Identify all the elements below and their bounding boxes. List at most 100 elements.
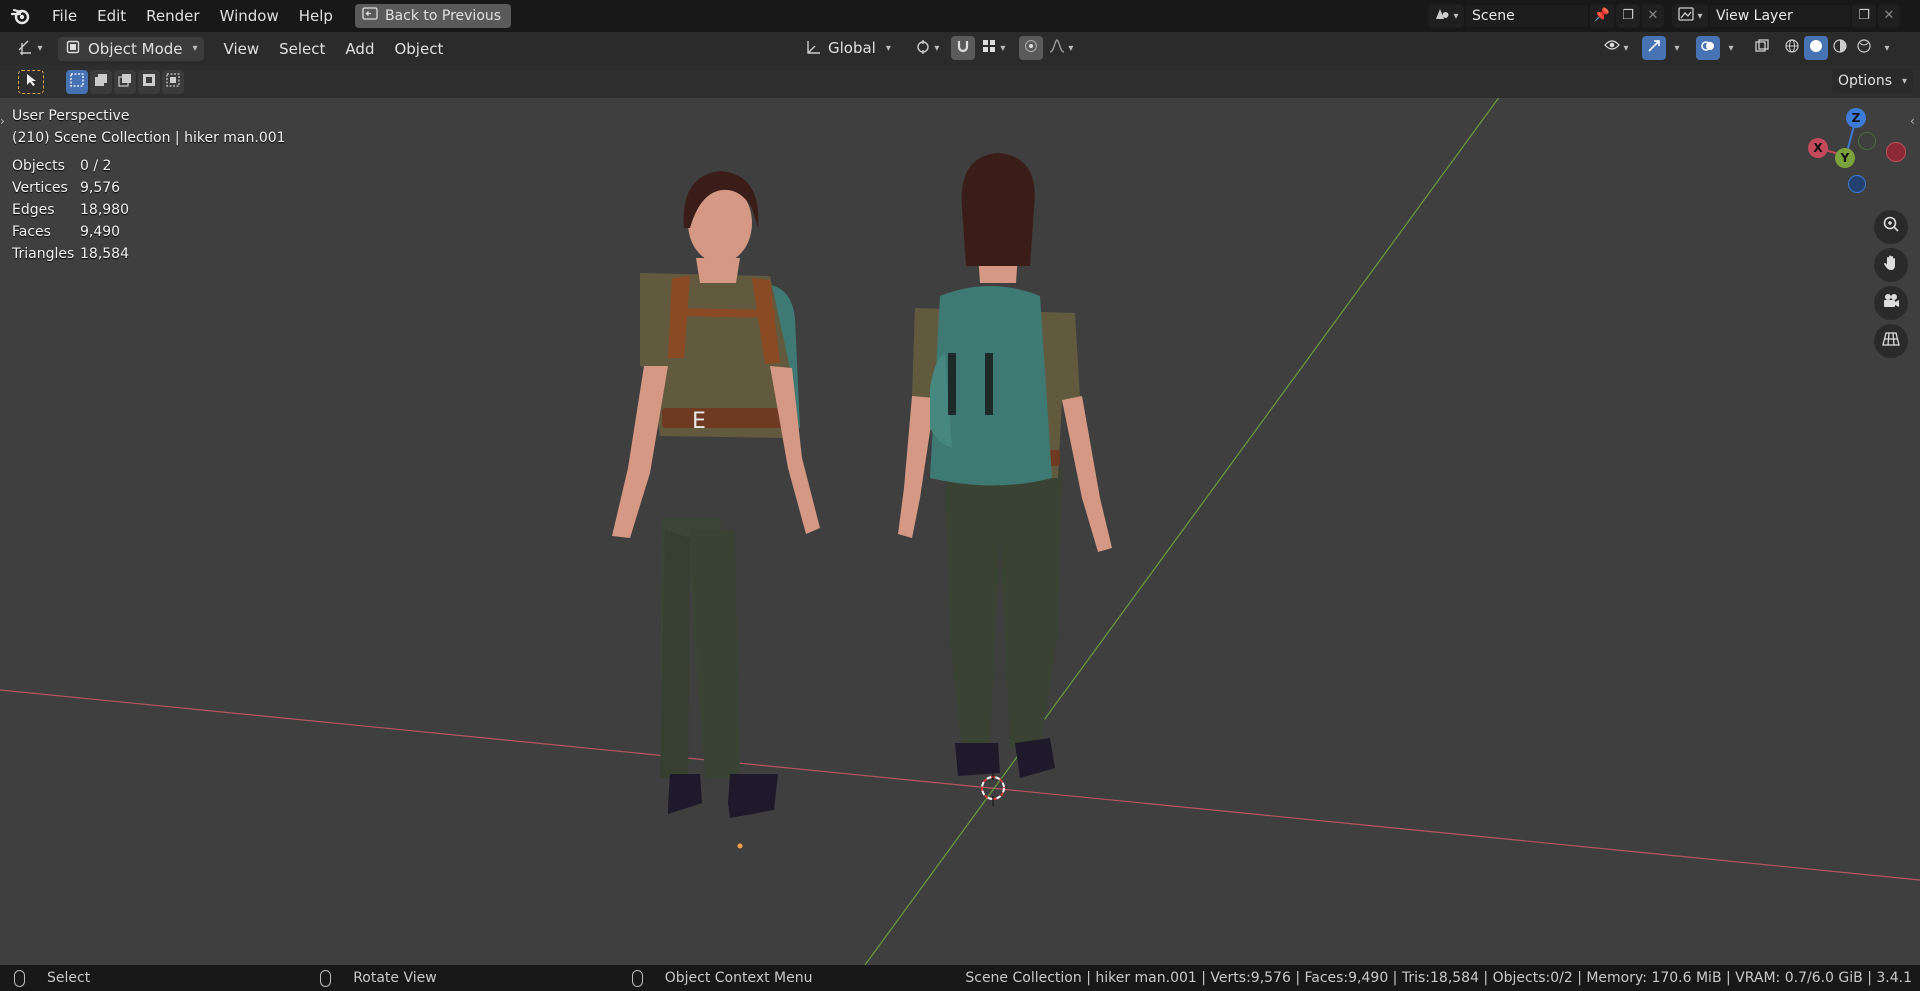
overlays-options-button[interactable]: ▾ [1720,36,1740,60]
delete-scene-button[interactable]: ✕ [1642,4,1664,28]
mode-selector[interactable]: Object Mode ▾ [58,36,204,61]
menu-object[interactable]: Object [384,33,453,65]
xray-toggle-button[interactable] [1750,36,1774,60]
stats-row-faces: Faces 9,490 [12,221,129,243]
viewport-scene: E [0,98,1920,965]
collection-info-label: (210) Scene Collection | hiker man.001 [12,130,286,146]
view-name-label: User Perspective [12,108,130,124]
orientation-axes-icon [804,39,822,57]
axes-icon [17,40,35,58]
delete-view-layer-button[interactable]: ✕ [1878,4,1900,28]
transform-orientation-label: Global [828,39,876,57]
overlays-icon [1699,39,1717,57]
view-layer-name-field[interactable]: View Layer [1710,5,1850,27]
status-right-click: Object Context Menu [631,969,813,987]
chevron-down-icon: ▾ [1902,75,1908,87]
blender-logo-icon[interactable] [0,0,42,32]
navigation-gizmo[interactable]: Z X Y [1800,106,1906,196]
stat-value: 18,584 [80,246,129,262]
gizmo-x-axis[interactable]: X [1808,138,1828,158]
pan-view-button[interactable] [1874,248,1908,282]
editor-type-button[interactable]: ▾ [12,37,48,61]
visibility-selector[interactable]: ▾ [1598,36,1634,60]
material-preview-button[interactable] [1828,36,1852,60]
material-sphere-icon [1831,39,1849,57]
stat-label: Faces [12,224,51,240]
menu-file[interactable]: File [42,0,87,32]
menu-view[interactable]: View [214,33,270,65]
chevron-down-icon: ▾ [885,42,891,54]
select-invert-mode-button[interactable] [138,69,160,94]
wireframe-shading-button[interactable] [1780,36,1804,60]
rendered-shading-button[interactable] [1852,36,1876,60]
transform-orientation-selector[interactable]: Global ▾ [800,36,895,60]
gizmo-neg-x-axis[interactable] [1886,142,1906,162]
3d-viewport[interactable]: E User Perspective (210) Scene Collectio… [0,98,1920,965]
back-to-previous-button[interactable]: Back to Previous [354,4,512,28]
gizmo-neg-z-axis[interactable] [1848,175,1866,193]
chevron-down-icon: ▾ [1000,42,1006,54]
options-dropdown[interactable]: Options ▾ [1832,69,1914,93]
mouse-left-button-icon [14,969,25,987]
eye-icon [1603,39,1621,57]
hand-icon [1882,254,1900,277]
scene-statistics: Objects 0 / 2 Vertices 9,576 Edges 18,980 F… [12,155,129,265]
menu-window[interactable]: Window [210,0,289,32]
perspective-grid-icon [1882,330,1900,353]
stats-row-triangles: Triangles 18,584 [12,243,129,265]
mode-label: Object Mode [88,39,183,58]
gizmo-neg-y-axis[interactable] [1858,132,1876,150]
sidebar-expand-arrow-icon[interactable]: ‹ [1910,114,1915,128]
gizmo-y-axis[interactable]: Y [1835,148,1855,168]
select-intersect-mode-button[interactable] [162,69,184,94]
cursor-arrow-icon [22,73,40,91]
scene-selector-button[interactable]: ▾ [1428,4,1464,28]
stat-value: 0 / 2 [80,158,112,174]
duplicate-icon: ❐ [1622,8,1634,23]
chevron-down-icon: ▾ [37,43,43,54]
new-view-layer-button[interactable]: ❐ [1852,4,1876,28]
shading-options-button[interactable]: ▾ [1876,36,1896,60]
camera-view-button[interactable] [1874,286,1908,320]
pivot-point-selector[interactable]: ▾ [909,36,945,60]
stats-row-objects: Objects 0 / 2 [12,155,129,177]
select-new-icon [68,72,86,91]
duplicate-icon: ❐ [1858,8,1870,23]
scene-name-field[interactable]: Scene [1466,5,1588,27]
select-subtract-mode-button[interactable] [114,69,136,94]
magnifier-plus-icon [1882,216,1900,239]
origin-dot [737,843,743,849]
show-gizmo-button[interactable] [1642,36,1666,60]
new-scene-button[interactable]: ❐ [1616,4,1640,28]
menu-select[interactable]: Select [269,33,335,65]
menu-add[interactable]: Add [335,33,384,65]
snap-toggle-button[interactable] [950,36,975,60]
solid-shading-button[interactable] [1804,36,1828,60]
chevron-down-icon: ▾ [1453,10,1459,22]
stat-label: Triangles [12,246,75,262]
status-left-click: Select [14,969,90,987]
pin-scene-button[interactable]: 📌 [1590,4,1614,28]
menu-edit[interactable]: Edit [87,0,136,32]
hiker-back-model [898,153,1112,778]
falloff-selector[interactable]: ▾ [1043,36,1079,60]
select-tool-button[interactable] [18,69,44,94]
menu-render[interactable]: Render [136,0,209,32]
proportional-editing-button[interactable] [1018,36,1043,60]
select-new-mode-button[interactable] [66,69,88,94]
menu-help[interactable]: Help [289,0,343,32]
back-to-previous-label: Back to Previous [384,8,502,24]
gizmo-options-button[interactable]: ▾ [1666,36,1686,60]
mouse-middle-button-icon [320,969,332,987]
view-layer-selector-button[interactable]: ▾ [1672,4,1708,28]
toolbar-expand-arrow-icon[interactable]: › [0,114,5,128]
show-overlays-button[interactable] [1696,36,1720,60]
toggle-perspective-button[interactable] [1874,324,1908,358]
chevron-down-icon: ▾ [1674,42,1680,54]
view-layer-icon [1677,7,1695,25]
gizmo-z-axis[interactable]: Z [1846,108,1866,128]
select-extend-mode-button[interactable] [90,69,112,94]
tool-settings-row: Options ▾ [0,65,1920,98]
zoom-view-button[interactable] [1874,210,1908,244]
snap-target-selector[interactable]: ▾ [975,36,1011,60]
